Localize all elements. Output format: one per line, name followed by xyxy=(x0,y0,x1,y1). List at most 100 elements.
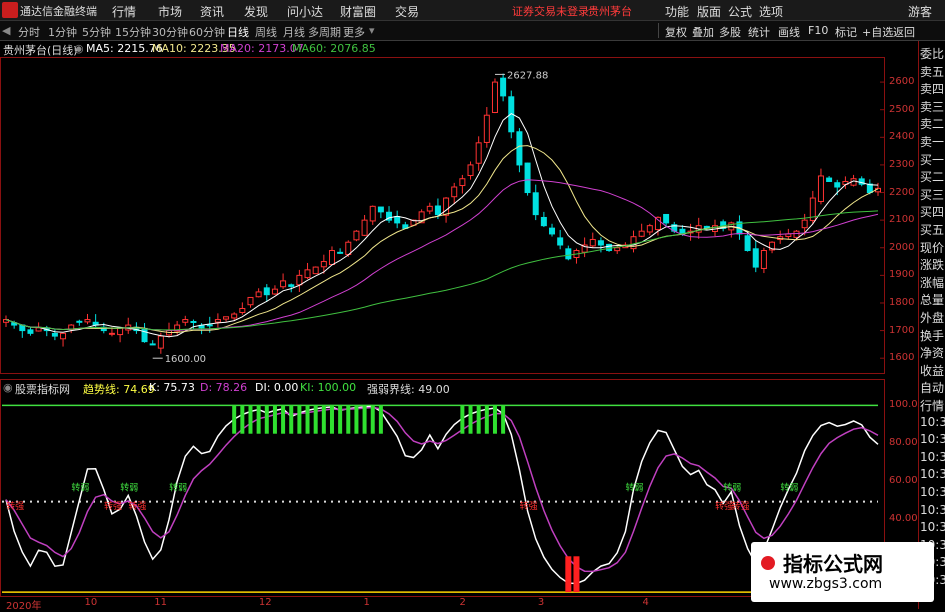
candle-body xyxy=(182,319,189,323)
quote-row-label: 换手 xyxy=(920,328,945,343)
candle-body xyxy=(345,241,352,255)
candle-body xyxy=(60,332,67,340)
candle-body xyxy=(475,142,482,164)
oversold-bar xyxy=(573,556,580,593)
signal-weak-label: 转弱 xyxy=(120,481,138,493)
overbought-bar xyxy=(248,405,253,434)
indicator-settings-icon[interactable]: ◉ xyxy=(3,381,13,394)
chart-canvas[interactable]: 2627.881600.00转强转弱转强转弱转强转弱转强转弱转强转弱转强转弱 xyxy=(0,0,918,609)
indicator-d: D: 78.26 xyxy=(200,381,248,394)
quote-row-label: 收益 xyxy=(920,363,945,378)
candle-body xyxy=(638,230,645,237)
overbought-bar xyxy=(354,405,359,434)
quote-row-label: 涨幅 xyxy=(920,275,945,290)
candle-body xyxy=(524,162,531,194)
overbought-bar xyxy=(305,405,310,434)
candle-body xyxy=(84,319,91,323)
candle-body xyxy=(654,216,661,231)
candle-body xyxy=(353,230,360,241)
quote-row-label: 买二 xyxy=(920,170,945,185)
quote-row-label: 委比 xyxy=(920,47,945,61)
price-tick-label: 1900 xyxy=(889,269,915,281)
indicator-name: 股票指标网 xyxy=(15,383,70,396)
candle-body xyxy=(247,296,254,306)
price-tick-label: 1800 xyxy=(889,296,915,308)
quote-row-label: 总量 xyxy=(920,293,945,308)
overbought-bar xyxy=(289,405,294,434)
candle-body xyxy=(760,250,767,269)
price-tick-label: 2000 xyxy=(889,241,915,253)
signal-weak-label: 转弱 xyxy=(723,481,741,493)
quote-row-label: 10:31 xyxy=(920,485,945,499)
watermark-url: www.zbgs3.com xyxy=(769,576,883,592)
overbought-bar xyxy=(492,405,497,434)
candle-body xyxy=(231,313,238,319)
candle-body xyxy=(108,332,115,335)
date-tick-label: 12 xyxy=(258,597,272,608)
oversold-bar xyxy=(565,556,572,593)
candle-body xyxy=(597,240,604,246)
date-tick-label: 11 xyxy=(154,597,167,608)
candle-body xyxy=(426,205,433,212)
quote-row-label: 买三 xyxy=(920,187,945,202)
candle-body xyxy=(663,213,670,224)
high-annotation: 2627.88 xyxy=(507,70,548,81)
candle-body xyxy=(817,175,824,202)
candle-body xyxy=(491,81,498,113)
overbought-bar xyxy=(329,405,334,434)
overbought-bar xyxy=(362,405,367,434)
candle-body xyxy=(646,225,653,233)
overbought-bar xyxy=(484,405,489,434)
candle-body xyxy=(223,316,230,320)
overbought-bar xyxy=(232,405,237,434)
overbought-bar xyxy=(378,405,383,434)
candle-body xyxy=(434,205,441,216)
overbought-bar xyxy=(313,405,318,434)
indicator-tick-label: 80.00 xyxy=(889,437,918,449)
candle-body xyxy=(304,269,311,279)
candle-body xyxy=(328,250,335,265)
date-tick-label: 1 xyxy=(363,597,370,608)
signal-weak-label: 转弱 xyxy=(169,481,187,493)
candle-body xyxy=(312,266,319,275)
quote-row-label: 10:31 xyxy=(920,449,945,464)
overbought-bar xyxy=(281,405,286,434)
watermark-logo-icon xyxy=(761,556,775,570)
signal-weak-label: 转弱 xyxy=(626,481,644,493)
date-tick-label: 3 xyxy=(537,597,545,608)
price-tick-label: 1600 xyxy=(889,352,915,364)
overbought-bar xyxy=(346,405,351,434)
overbought-bar xyxy=(501,405,506,434)
candle-body xyxy=(834,182,841,188)
overbought-bar xyxy=(256,405,261,434)
price-tick-label: 2300 xyxy=(889,158,915,170)
candle-body xyxy=(606,243,613,252)
date-tick-label: 10 xyxy=(84,597,98,608)
indicator-di: DI: 0.00 xyxy=(255,381,299,394)
candle-body xyxy=(565,248,572,260)
candle-body xyxy=(532,192,539,216)
watermark-badge: 指标公式网 www.zbgs3.com xyxy=(751,542,934,602)
indicator-info-line: ◉ 股票指标网 趋势线: 74.69 K: 75.73 D: 78.26 DI:… xyxy=(3,380,603,396)
candle-body xyxy=(614,247,621,252)
candle-body xyxy=(483,114,490,143)
candle-body xyxy=(296,274,303,286)
candle-body xyxy=(190,320,197,323)
overbought-bar xyxy=(264,405,269,434)
date-tick-label: 4 xyxy=(642,597,649,608)
candle-body xyxy=(500,77,507,97)
overbought-bar xyxy=(272,405,277,434)
overbought-bar xyxy=(321,405,326,434)
quote-row-label: 买五 xyxy=(920,223,945,237)
quote-row-label: 10:31 xyxy=(920,520,945,535)
quote-row-label: 外盘 xyxy=(920,311,945,325)
price-tick-label: 2600 xyxy=(889,76,915,88)
overbought-bar xyxy=(460,405,465,434)
indicator-strength: 强弱界线: 49.00 xyxy=(367,383,450,396)
candle-body xyxy=(239,307,246,313)
indicator-k: K: 75.73 xyxy=(149,381,195,394)
quote-row-label: 卖二 xyxy=(920,117,945,132)
ma20-line xyxy=(5,179,879,331)
quote-row-label: 净资 xyxy=(920,346,945,361)
signal-weak-label: 转弱 xyxy=(71,481,89,493)
